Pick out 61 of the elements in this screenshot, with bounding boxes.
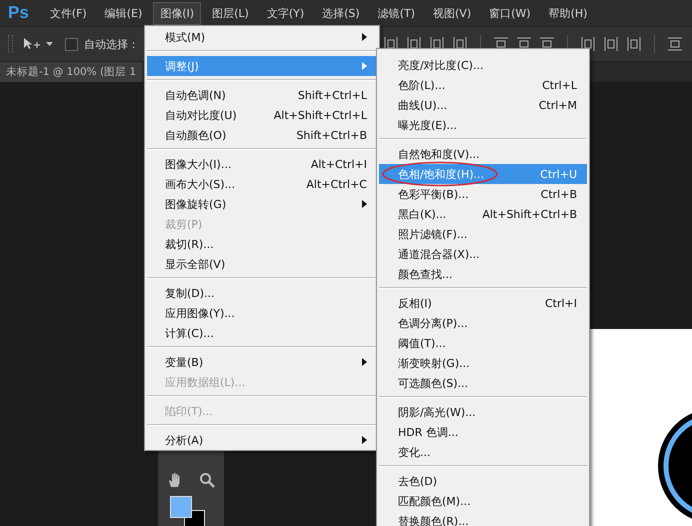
menu-item[interactable]: 颜色查找... [379,264,587,284]
menu-item[interactable]: 去色(D) [379,471,587,491]
menu-bar-item[interactable]: 选择(S) [315,2,367,24]
menu-item[interactable]: 替换颜色(R)... [379,511,587,526]
align-icon[interactable] [407,37,421,51]
menu-item[interactable]: 阈值(T)... [379,333,587,353]
color-swatches-drawing[interactable] [170,496,206,526]
menu-item[interactable]: 图像大小(I)... Alt+Ctrl+I [147,154,377,174]
menu-item[interactable]: 应用图像(Y)... [147,303,377,323]
caret-icon[interactable] [46,42,53,46]
menu-bar-item[interactable]: 视图(V) [426,2,478,24]
menu-item[interactable]: HDR 色调... [379,422,587,442]
menu-item[interactable]: 裁切(R)... [147,234,377,254]
menu-bar-item[interactable]: 窗口(W) [482,2,538,24]
menu-item[interactable]: 曲线(U)... Ctrl+M [379,95,587,115]
menu-item[interactable]: 亮度/对比度(C)... [379,55,587,75]
menu-item[interactable]: 反相(I) Ctrl+I [379,293,587,313]
menu-bar-item[interactable]: 滤镜(T) [370,2,422,24]
menu-item[interactable]: 分析(A) [147,430,377,450]
document-tab[interactable]: 未标题-1 @ 100% (图层 1 [0,62,142,82]
align-icon[interactable] [627,37,641,51]
menu-item[interactable]: 色阶(L)... Ctrl+L [379,75,587,95]
menu-item[interactable]: 黑白(K)... Alt+Shift+Ctrl+B [379,204,587,224]
zoom-tool-icon[interactable] [199,472,215,488]
menu-item[interactable]: 变量(B) [147,352,377,372]
menu-bar-item[interactable]: 文字(Y) [260,2,312,24]
menu-bar-item[interactable]: 编辑(E) [98,2,150,24]
app-logo: Ps [8,3,29,23]
menu-item[interactable]: 曝光度(E)... [379,115,587,135]
menu-item[interactable]: 模式(M) [147,27,377,47]
option-label: 自动选择： [84,36,139,52]
menu-item[interactable]: 自动色调(N) Shift+Ctrl+L [147,85,377,105]
menu-item[interactable]: 自然饱和度(V)... [379,144,587,164]
menu-bar-item[interactable]: 图层(L) [205,2,256,24]
menu-item[interactable]: 显示全部(V) [147,254,377,274]
menu-item[interactable]: 自动颜色(O) Shift+Ctrl+B [147,125,377,145]
menu-item[interactable]: 计算(C)... [147,323,377,343]
align-icon[interactable] [581,37,595,51]
align-icon[interactable] [453,37,467,51]
menu-item[interactable]: 通道混合器(X)... [379,244,587,264]
menu-item[interactable]: 自动对比度(U) Alt+Shift+Ctrl+L [147,105,377,125]
menu-item[interactable]: 渐变映射(G)... [379,353,587,373]
move-tool-icon[interactable] [23,37,41,51]
menu-item[interactable]: 图像旋转(G) [147,194,377,214]
align-icon[interactable] [604,37,618,51]
menu-bar-item[interactable]: 图像(I) [153,2,202,24]
menu-bar-item[interactable]: 帮助(H) [542,2,594,24]
menu-item[interactable]: 照片滤镜(F)... [379,224,587,244]
checkbox[interactable] [65,38,78,50]
align-icon[interactable] [384,37,398,51]
menu-item[interactable]: 画布大小(S)... Alt+Ctrl+C [147,174,377,194]
align-icon[interactable] [668,37,682,51]
menu-item[interactable]: 色彩平衡(B)... Ctrl+B [379,184,587,204]
menu-item[interactable]: 可选颜色(S)... [379,373,587,393]
menu-item[interactable]: 匹配颜色(M)... [379,491,587,511]
menu-item[interactable]: 复制(D)... [147,283,377,303]
menu-item[interactable]: 变化... [379,442,587,462]
menu-item[interactable]: 色调分离(P)... [379,313,587,333]
align-icon[interactable] [430,37,444,51]
menu-bar-item[interactable]: 文件(F) [42,2,94,24]
menu-item[interactable]: 阴影/高光(W)... [379,402,587,422]
